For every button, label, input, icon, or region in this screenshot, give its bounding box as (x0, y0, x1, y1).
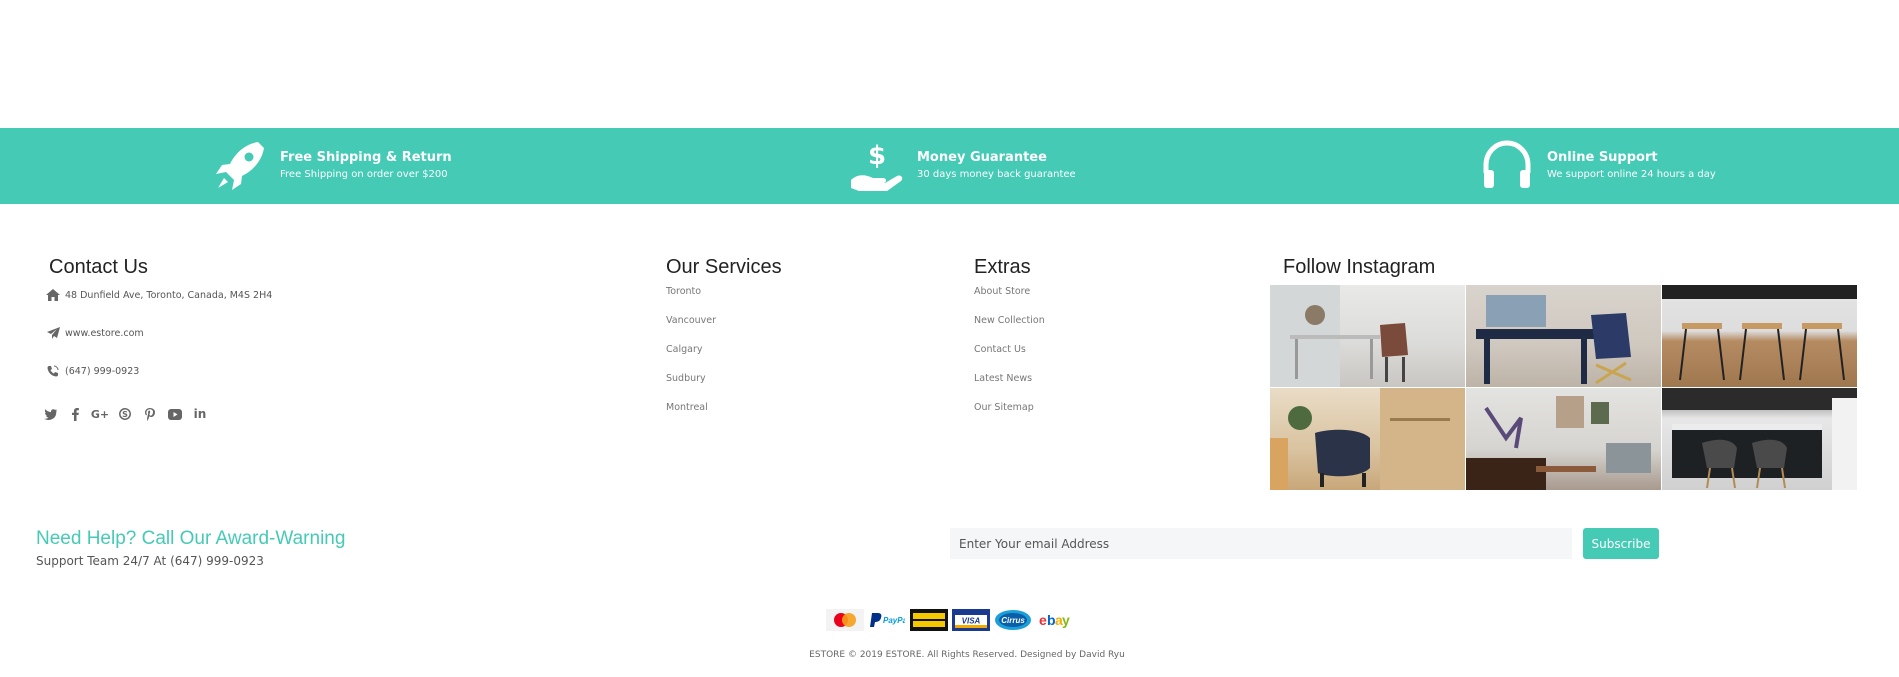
home-icon (45, 288, 61, 302)
feature-title: Online Support (1547, 150, 1658, 165)
western-union-icon (910, 609, 948, 631)
skype-icon[interactable]: S (117, 406, 133, 422)
pinterest-icon[interactable] (142, 406, 158, 422)
feature-money: $ Money Guarantee 30 days money back gua… (847, 128, 1076, 204)
subscribe-button[interactable]: Subscribe (1583, 528, 1659, 559)
feature-subtitle: 30 days money back guarantee (917, 169, 1076, 180)
feature-title: Money Guarantee (917, 150, 1047, 165)
svg-text:$: $ (868, 141, 886, 171)
svg-text:Cirrus: Cirrus (1001, 616, 1025, 625)
headphones-icon (1477, 136, 1537, 196)
svg-text:e: e (1039, 612, 1047, 628)
feature-title: Free Shipping & Return (280, 150, 452, 165)
paypal-icon: PayPal (868, 609, 906, 631)
extras-link-our-sitemap[interactable]: Our Sitemap (974, 402, 1045, 431)
copyright-text: ESTORE © 2019 ESTORE. All Rights Reserve… (809, 650, 1125, 660)
contact-website: www.estore.com (45, 326, 144, 340)
email-input[interactable] (950, 528, 1572, 559)
social-links: G+ S in (42, 406, 208, 422)
extras-list: About Store New Collection Contact Us La… (974, 286, 1045, 431)
payment-methods: PayPal VISA Cirrus ebay (826, 609, 1074, 631)
linkedin-icon[interactable]: in (192, 406, 208, 422)
ebay-icon: ebay (1036, 609, 1074, 631)
phone-icon (45, 364, 61, 378)
address-text: 48 Dunfield Ave, Toronto, Canada, M4S 2H… (65, 289, 273, 301)
contact-phone: (647) 999-0923 (45, 364, 139, 378)
instagram-photo[interactable] (1466, 388, 1661, 490)
instagram-photo[interactable] (1270, 285, 1465, 387)
website-link[interactable]: www.estore.com (65, 328, 144, 339)
mastercard-icon (826, 609, 864, 631)
services-link-calgary[interactable]: Calgary (666, 344, 716, 373)
extras-link-contact-us[interactable]: Contact Us (974, 344, 1045, 373)
instagram-photo[interactable] (1662, 285, 1857, 387)
instagram-photo[interactable] (1466, 285, 1661, 387)
phone-text: (647) 999-0923 (65, 365, 140, 377)
svg-text:y: y (1062, 612, 1070, 628)
extras-link-about-store[interactable]: About Store (974, 286, 1045, 315)
svg-text:VISA: VISA (962, 617, 981, 626)
help-title: Need Help? Call Our Award-Warning (36, 528, 346, 549)
instagram-photo[interactable] (1270, 388, 1465, 490)
help-subtitle: Support Team 24/7 At (647) 999-0923 (36, 554, 264, 568)
svg-text:PayPal: PayPal (883, 616, 905, 625)
services-link-montreal[interactable]: Montreal (666, 402, 716, 431)
feature-subtitle: We support online 24 hours a day (1547, 169, 1716, 180)
services-link-sudbury[interactable]: Sudbury (666, 373, 716, 402)
rocket-icon (210, 136, 270, 196)
extras-link-latest-news[interactable]: Latest News (974, 373, 1045, 402)
paper-plane-icon (45, 326, 61, 340)
facebook-icon[interactable] (67, 406, 83, 422)
services-title: Our Services (666, 256, 782, 278)
extras-title: Extras (974, 256, 1031, 278)
feature-support: Online Support We support online 24 hour… (1477, 128, 1716, 204)
contact-address: 48 Dunfield Ave, Toronto, Canada, M4S 2H… (45, 288, 272, 302)
instagram-title: Follow Instagram (1283, 256, 1436, 278)
contact-title: Contact Us (49, 256, 148, 278)
extras-link-new-collection[interactable]: New Collection (974, 315, 1045, 344)
instagram-grid (1270, 285, 1857, 490)
services-link-vancouver[interactable]: Vancouver (666, 315, 716, 344)
money-hand-icon: $ (847, 136, 907, 196)
feature-shipping: Free Shipping & Return Free Shipping on … (210, 128, 452, 204)
instagram-photo[interactable] (1662, 388, 1857, 490)
svg-text:S: S (122, 410, 128, 419)
youtube-icon[interactable] (167, 406, 183, 422)
services-list: Toronto Vancouver Calgary Sudbury Montre… (666, 286, 716, 431)
cirrus-icon: Cirrus (994, 609, 1032, 631)
feature-subtitle: Free Shipping on order over $200 (280, 169, 448, 180)
google-plus-icon[interactable]: G+ (91, 406, 109, 422)
twitter-icon[interactable] (42, 406, 58, 422)
visa-icon: VISA (952, 609, 990, 631)
features-band: Free Shipping & Return Free Shipping on … (0, 128, 1899, 204)
services-link-toronto[interactable]: Toronto (666, 286, 716, 315)
